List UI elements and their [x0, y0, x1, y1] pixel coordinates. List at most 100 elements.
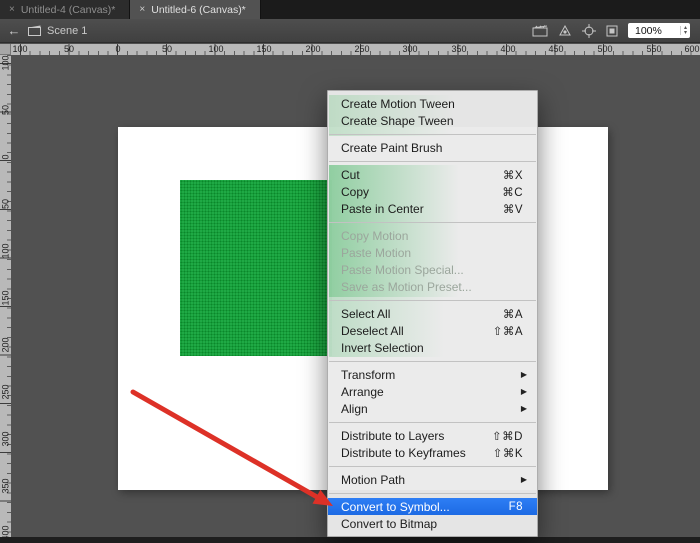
menu-item-label: Arrange	[341, 385, 384, 399]
edit-scene-icon[interactable]	[532, 25, 548, 37]
menu-item-right: F8	[509, 501, 527, 513]
menu-separator	[328, 156, 537, 166]
menu-item-label: Align	[341, 402, 368, 416]
ruler-label: 300	[402, 44, 417, 54]
tab-label: Untitled-6 (Canvas)*	[151, 4, 246, 16]
ruler-label: 100	[12, 44, 27, 54]
zoom-level-dropdown[interactable]: 100% ▴▾	[628, 23, 690, 38]
menu-item-right: ▶	[517, 387, 527, 396]
ruler-label: 400	[500, 44, 515, 54]
menu-item-label: Copy	[341, 185, 369, 199]
menu-item-label: Copy Motion	[341, 229, 408, 243]
menu-separator	[328, 356, 537, 366]
submenu-arrow-icon: ▶	[519, 370, 527, 379]
document-tab[interactable]: × Untitled-6 (Canvas)*	[130, 0, 260, 19]
menu-item[interactable]: Cut ⌘X	[328, 166, 537, 183]
menu-item[interactable]: Invert Selection	[328, 339, 537, 356]
menu-separator	[328, 217, 537, 227]
menu-item-label: Deselect All	[341, 324, 404, 338]
menu-item-shortcut: ⌘C	[502, 185, 523, 199]
menu-item[interactable]: Save as Motion Preset...	[328, 278, 537, 295]
menu-item-label: Cut	[341, 168, 360, 182]
ruler-label: 250	[354, 44, 369, 54]
menu-item[interactable]: Motion Path ▶	[328, 471, 537, 488]
menu-item[interactable]: Paste in Center ⌘V	[328, 200, 537, 217]
ruler-label: 150	[1, 289, 11, 308]
menu-item[interactable]: Create Paint Brush	[328, 139, 537, 156]
menu-item[interactable]: Transform ▶	[328, 366, 537, 383]
ruler-label: 350	[1, 477, 11, 496]
menu-item[interactable]: Create Shape Tween	[328, 112, 537, 129]
document-tab-bar: × Untitled-4 (Canvas)* × Untitled-6 (Can…	[0, 0, 700, 19]
document-tab[interactable]: × Untitled-4 (Canvas)*	[0, 0, 130, 19]
menu-item[interactable]: Convert to Bitmap	[328, 515, 537, 532]
menu-item[interactable]: Select All ⌘A	[328, 305, 537, 322]
menu-item-label: Paste Motion Special...	[341, 263, 464, 277]
menu-item[interactable]: Create Motion Tween	[328, 95, 537, 112]
ruler-label: 0	[1, 148, 11, 167]
submenu-arrow-icon: ▶	[519, 404, 527, 413]
ruler-label: 0	[115, 44, 120, 54]
ruler-label: 100	[1, 55, 11, 73]
ruler-label: 200	[305, 44, 320, 54]
edit-symbols-icon[interactable]	[558, 25, 572, 37]
menu-item-label: Save as Motion Preset...	[341, 280, 472, 294]
menu-item[interactable]: Copy ⌘C	[328, 183, 537, 200]
menu-item-label: Invert Selection	[341, 341, 424, 355]
menu-item-label: Paste Motion	[341, 246, 411, 260]
menu-item[interactable]: Paste Motion	[328, 244, 537, 261]
menu-item-label: Convert to Bitmap	[341, 517, 437, 531]
ruler-corner	[0, 44, 11, 55]
window-bottom-edge	[0, 537, 700, 543]
menu-item-label: Paste in Center	[341, 202, 424, 216]
close-tab-icon[interactable]: ×	[139, 5, 145, 15]
breadcrumb[interactable]: Scene 1	[28, 25, 87, 37]
clip-content-icon[interactable]	[606, 25, 618, 37]
menu-item-label: Distribute to Keyframes	[341, 446, 466, 460]
menu-separator	[328, 129, 537, 139]
zoom-spinner-icon[interactable]: ▴▾	[680, 26, 687, 35]
ruler-label: 50	[64, 44, 74, 54]
menu-item[interactable]: Convert to Symbol... F8	[328, 498, 537, 515]
menu-separator	[328, 461, 537, 471]
close-tab-icon[interactable]: ×	[9, 5, 15, 15]
menu-item-right: ⇧⌘A	[493, 324, 527, 338]
menu-item-right: ⌘X	[503, 168, 527, 182]
toolbar-right-group: 100% ▴▾	[532, 23, 700, 38]
ruler-label: 350	[451, 44, 466, 54]
menu-item-label: Motion Path	[341, 473, 405, 487]
scene-icon	[28, 25, 41, 36]
menu-separator	[328, 417, 537, 427]
submenu-arrow-icon: ▶	[519, 387, 527, 396]
back-button[interactable]: ←	[0, 19, 28, 42]
ruler-label: 200	[1, 336, 11, 355]
menu-item-label: Distribute to Layers	[341, 429, 444, 443]
menu-item-label: Create Motion Tween	[341, 97, 455, 111]
menu-item[interactable]: Align ▶	[328, 400, 537, 417]
menu-item-shortcut: ⇧⌘K	[493, 446, 523, 460]
menu-separator	[328, 488, 537, 498]
menu-item-label: Select All	[341, 307, 390, 321]
selected-green-rectangle[interactable]	[180, 180, 332, 356]
menu-item[interactable]: Copy Motion	[328, 227, 537, 244]
context-menu: Create Motion Tween Create Shape Tween C…	[327, 90, 538, 537]
menu-item-right: ▶	[517, 475, 527, 484]
menu-item[interactable]: Distribute to Layers ⇧⌘D	[328, 427, 537, 444]
ruler-label: 150	[256, 44, 271, 54]
menu-item-right: ⇧⌘D	[492, 429, 527, 443]
menu-item[interactable]: Arrange ▶	[328, 383, 537, 400]
menu-item-right: ⇧⌘K	[493, 446, 527, 460]
menu-item-right: ▶	[517, 404, 527, 413]
menu-item[interactable]: Deselect All ⇧⌘A	[328, 322, 537, 339]
menu-item-right: ⌘C	[502, 185, 527, 199]
menu-item-right: ▶	[517, 370, 527, 379]
menu-item-right: ⌘A	[503, 307, 527, 321]
menu-item-shortcut: ⇧⌘D	[492, 429, 523, 443]
ruler-label: 550	[646, 44, 661, 54]
ruler-label: 100	[208, 44, 223, 54]
menu-item[interactable]: Distribute to Keyframes ⇧⌘K	[328, 444, 537, 461]
center-frame-icon[interactable]	[582, 24, 596, 38]
menu-separator	[328, 295, 537, 305]
menu-item[interactable]: Paste Motion Special...	[328, 261, 537, 278]
ruler-label: 600	[684, 44, 699, 54]
